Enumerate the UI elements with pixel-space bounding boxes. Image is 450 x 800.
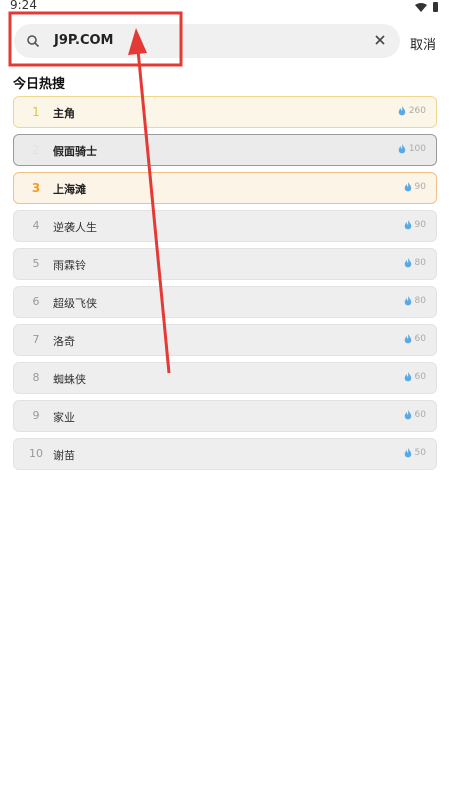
heat-value: 60	[414, 372, 426, 382]
wifi-icon	[415, 2, 427, 12]
heat-count: 60	[404, 334, 426, 344]
fire-icon	[398, 144, 406, 154]
item-title: 洛奇	[53, 335, 75, 348]
search-input[interactable]: J9P.COM	[54, 33, 114, 48]
hot-search-list: 1 主角 260 2 假面骑士 100 3 上海滩 90 4 逆袭人生 90 5…	[13, 96, 437, 476]
battery-icon	[433, 2, 438, 12]
heat-count: 50	[404, 448, 426, 458]
fire-icon	[404, 220, 411, 230]
rank-number: 5	[32, 257, 40, 270]
heat-count: 60	[404, 410, 426, 420]
fire-icon	[404, 296, 411, 306]
list-item[interactable]: 3 上海滩 90	[13, 172, 437, 204]
heat-count: 80	[404, 296, 426, 306]
rank-number: 4	[32, 219, 40, 232]
status-bar: 9:24	[0, 0, 450, 18]
list-item[interactable]: 2 假面骑士 100	[13, 134, 437, 166]
rank-number: 2	[32, 143, 40, 157]
rank-number: 7	[32, 333, 40, 346]
heat-count: 100	[398, 144, 426, 154]
fire-icon	[404, 372, 411, 382]
heat-value: 100	[408, 144, 426, 154]
heat-count: 260	[398, 106, 426, 116]
status-time: 9:24	[10, 0, 37, 12]
list-item[interactable]: 1 主角 260	[13, 96, 437, 128]
item-title: 家业	[53, 411, 75, 424]
item-title: 谢苗	[53, 449, 75, 462]
rank-number: 9	[32, 409, 40, 422]
heat-value: 260	[408, 106, 426, 116]
rank-number: 3	[31, 181, 41, 195]
fire-icon	[404, 258, 411, 268]
fire-icon	[404, 410, 411, 420]
list-item[interactable]: 4 逆袭人生 90	[13, 210, 437, 242]
rank-number: 6	[32, 295, 40, 308]
rank-number: 8	[32, 371, 40, 384]
list-item[interactable]: 7 洛奇 60	[13, 324, 437, 356]
item-title: 雨霖铃	[53, 259, 86, 272]
rank-number: 1	[32, 105, 40, 119]
search-icon	[27, 35, 40, 48]
fire-icon	[404, 182, 411, 192]
item-title: 超级飞侠	[53, 297, 97, 310]
status-icons	[415, 2, 438, 12]
fire-icon	[404, 448, 411, 458]
item-title: 假面骑士	[53, 145, 97, 158]
heat-value: 60	[414, 410, 426, 420]
heat-value: 60	[414, 334, 426, 344]
heat-count: 60	[404, 372, 426, 382]
heat-value: 80	[414, 296, 426, 306]
item-title: 逆袭人生	[53, 221, 97, 234]
list-item[interactable]: 6 超级飞侠 80	[13, 286, 437, 318]
list-item[interactable]: 9 家业 60	[13, 400, 437, 432]
rank-number: 10	[29, 447, 43, 460]
clear-icon[interactable]	[372, 32, 388, 48]
heat-value: 90	[414, 220, 426, 230]
fire-icon	[404, 334, 411, 344]
list-item[interactable]: 5 雨霖铃 80	[13, 248, 437, 280]
hot-search-title: 今日热搜	[13, 77, 66, 92]
item-title: 蜘蛛侠	[53, 373, 86, 386]
heat-value: 90	[414, 182, 426, 192]
heat-value: 80	[414, 258, 426, 268]
heat-count: 80	[404, 258, 426, 268]
heat-value: 50	[414, 448, 426, 458]
list-item[interactable]: 8 蜘蛛侠 60	[13, 362, 437, 394]
fire-icon	[398, 106, 406, 116]
cancel-button[interactable]: 取消	[410, 34, 436, 53]
search-bar[interactable]: J9P.COM	[14, 24, 400, 58]
item-title: 主角	[53, 107, 75, 120]
heat-count: 90	[404, 220, 426, 230]
item-title: 上海滩	[53, 183, 86, 196]
heat-count: 90	[404, 182, 426, 192]
list-item[interactable]: 10 谢苗 50	[13, 438, 437, 470]
